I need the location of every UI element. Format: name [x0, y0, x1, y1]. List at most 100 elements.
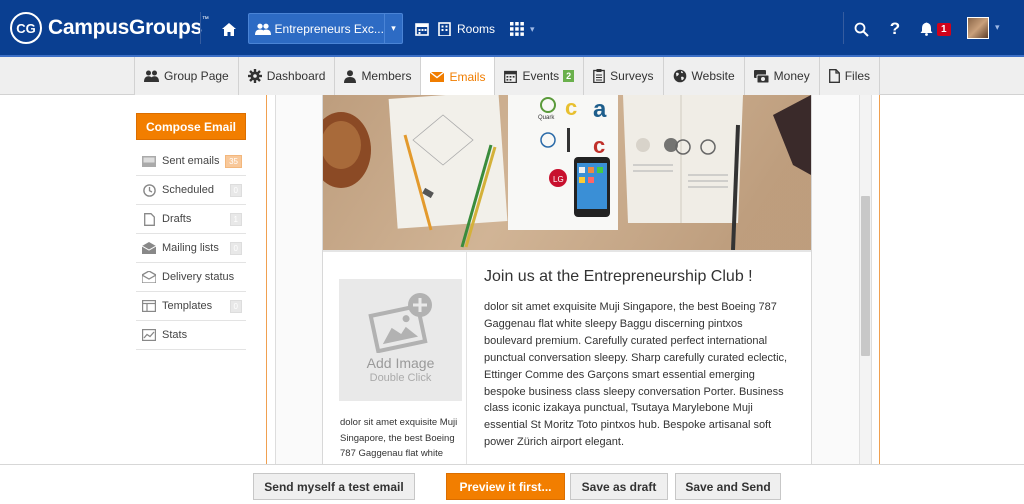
- gear-icon: [247, 69, 262, 83]
- campusgroups-logo[interactable]: CG CampusGroups™: [10, 12, 209, 44]
- tab-surveys[interactable]: Surveys: [583, 57, 663, 95]
- svg-text:LG: LG: [553, 175, 564, 184]
- apps-menu-button[interactable]: ▾: [510, 14, 535, 44]
- chart-icon: [142, 329, 156, 341]
- logo-text: CampusGroups: [48, 16, 202, 39]
- search-button[interactable]: [852, 14, 870, 44]
- group-selector[interactable]: Entrepreneurs Exc... ▾: [248, 13, 403, 44]
- tab-label: Events: [522, 69, 560, 83]
- document-icon: [142, 212, 156, 226]
- logo-badge: CG: [10, 12, 42, 44]
- divider: [200, 12, 201, 44]
- sidebar-item-label: Mailing lists: [162, 242, 219, 254]
- tab-dashboard[interactable]: Dashboard: [237, 57, 335, 95]
- count-badge: 0: [229, 184, 242, 197]
- count-badge: 35: [225, 155, 242, 168]
- clock-icon: [142, 183, 156, 197]
- top-navbar: CG CampusGroups™ Entrepreneurs Exc... ▾ …: [0, 0, 1024, 57]
- person-icon: [344, 69, 357, 83]
- template-icon: [142, 300, 156, 312]
- email-body-text[interactable]: dolor sit amet exquisite Muji Singapore,…: [484, 299, 794, 451]
- mail-open-icon: [142, 271, 156, 283]
- bell-icon: [920, 22, 933, 36]
- sidebar-item-delivery-status[interactable]: Delivery status: [136, 263, 246, 292]
- notifications-button[interactable]: 1: [920, 14, 951, 44]
- save-and-send-button[interactable]: Save and Send: [675, 473, 781, 500]
- sidebar-item-label: Templates: [162, 300, 213, 312]
- envelope-icon: [430, 71, 445, 82]
- sidebar-item-drafts[interactable]: Drafts 1: [136, 205, 246, 234]
- tab-label: Members: [361, 69, 412, 83]
- svg-text:c: c: [593, 133, 605, 158]
- hero-image[interactable]: Quark c a c LG: [323, 95, 811, 250]
- building-icon: [438, 22, 451, 36]
- compose-email-button[interactable]: Compose Email: [136, 113, 246, 140]
- tab-label: Group Page: [164, 69, 229, 83]
- add-image-hint: Double Click: [369, 372, 432, 384]
- svg-text:a: a: [593, 96, 607, 123]
- svg-text:Quark: Quark: [538, 115, 555, 121]
- chevron-down-icon: ▾: [530, 23, 535, 34]
- add-image-icon: [367, 293, 432, 353]
- group-name: Entrepreneurs Exc...: [274, 21, 384, 36]
- search-icon: [854, 22, 869, 37]
- scrollbar-thumb[interactable]: [861, 196, 870, 356]
- send-test-email-button[interactable]: Send myself a test email: [253, 473, 415, 500]
- sidebar-item-templates[interactable]: Templates 0: [136, 292, 246, 321]
- tab-members[interactable]: Members: [334, 57, 421, 95]
- home-button[interactable]: [218, 14, 240, 44]
- globe-icon: [673, 69, 687, 83]
- calendar-icon: [415, 23, 429, 36]
- group-tab-bar: Group Page Dashboard Members Emails Even…: [0, 57, 1024, 96]
- users-icon: [144, 70, 159, 82]
- count-badge: 0: [229, 242, 242, 255]
- count-badge: 1: [229, 213, 242, 226]
- preview-button[interactable]: Preview it first...: [446, 473, 565, 500]
- left-column-text[interactable]: dolor sit amet exquisite Muji Singapore,…: [340, 415, 462, 464]
- email-sidebar: Sent emails 35 Scheduled 0 Drafts 1 Mail…: [136, 147, 246, 350]
- events-count-badge: 2: [563, 70, 575, 82]
- calendar-button[interactable]: [412, 14, 432, 44]
- sidebar-item-label: Drafts: [162, 213, 192, 225]
- sidebar-item-mailing-lists[interactable]: Mailing lists 0: [136, 234, 246, 263]
- sidebar-item-stats[interactable]: Stats: [136, 321, 246, 350]
- notification-count-badge: 1: [937, 22, 951, 36]
- sidebar-item-scheduled[interactable]: Scheduled 0: [136, 176, 246, 205]
- tab-group-page[interactable]: Group Page: [134, 57, 238, 95]
- sidebar-item-label: Scheduled: [162, 184, 214, 196]
- calendar-icon: [504, 70, 518, 83]
- clipboard-icon: [593, 69, 606, 83]
- chevron-down-icon[interactable]: ▾: [383, 14, 402, 43]
- money-icon: [753, 69, 769, 83]
- tab-emails[interactable]: Emails: [420, 57, 495, 96]
- group-icon: [253, 23, 273, 35]
- sidebar-item-label: Sent emails: [162, 155, 220, 167]
- tab-label: Money: [773, 69, 810, 83]
- tab-label: Surveys: [610, 69, 654, 83]
- file-icon: [828, 69, 840, 83]
- count-badge: 0: [229, 300, 242, 313]
- tab-label: Files: [844, 69, 871, 83]
- home-icon: [222, 22, 236, 36]
- sidebar-item-label: Delivery status: [162, 271, 235, 283]
- mailing-list-icon: [142, 242, 156, 254]
- help-icon[interactable]: ?: [886, 14, 904, 44]
- tab-label: Website: [691, 69, 735, 83]
- add-image-label: Add Image: [366, 355, 435, 371]
- save-draft-button[interactable]: Save as draft: [570, 473, 668, 500]
- divider: [843, 12, 844, 44]
- avatar[interactable]: [967, 17, 989, 39]
- add-image-placeholder[interactable]: Add Image Double Click: [339, 279, 462, 401]
- rooms-label: Rooms: [457, 22, 496, 36]
- email-headline[interactable]: Join us at the Entrepreneurship Club !: [484, 268, 753, 286]
- sidebar-item-label: Stats: [162, 329, 188, 341]
- tab-money[interactable]: Money: [743, 57, 819, 95]
- svg-text:c: c: [565, 95, 577, 120]
- tab-events[interactable]: Events 2: [494, 57, 584, 95]
- tab-files[interactable]: Files: [818, 57, 881, 95]
- chevron-down-icon[interactable]: ▾: [995, 22, 1000, 33]
- sidebar-item-sent-emails[interactable]: Sent emails 35: [136, 147, 246, 176]
- rooms-button[interactable]: Rooms: [438, 14, 495, 44]
- tab-label: Dashboard: [266, 69, 326, 83]
- tab-website[interactable]: Website: [662, 57, 744, 95]
